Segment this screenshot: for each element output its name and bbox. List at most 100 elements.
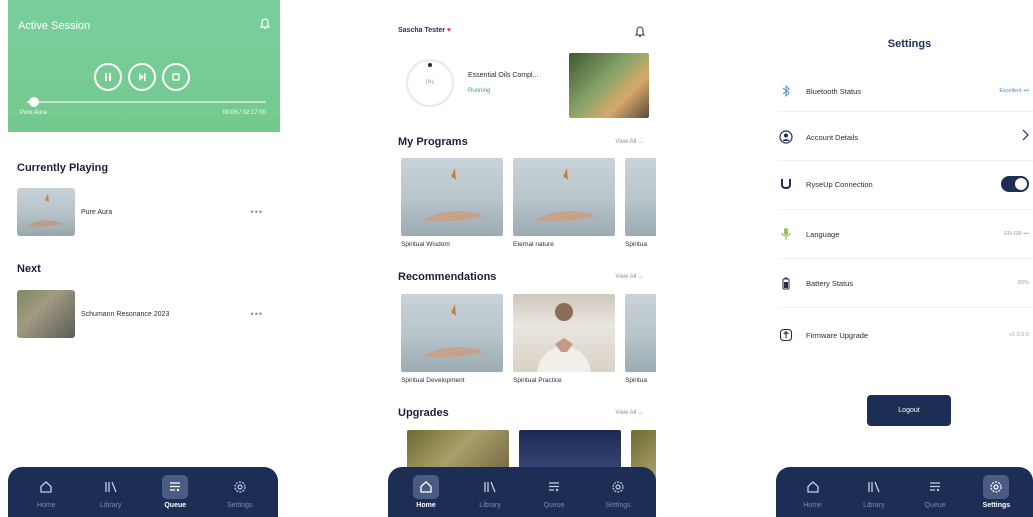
ryseup-connection-toggle[interactable] <box>1001 176 1029 192</box>
nav-queue[interactable]: Queue <box>526 475 582 509</box>
setting-label: Account Details <box>806 132 859 142</box>
recommendation-card[interactable]: Spiritual Development <box>401 294 503 384</box>
nav-home[interactable]: Home <box>18 475 74 509</box>
active-session-title: Active Session <box>18 20 91 32</box>
firmware-upgrade-icon <box>778 327 794 343</box>
program-label: Eternal nature <box>513 241 554 248</box>
battery-icon <box>778 275 794 291</box>
next-title: Next <box>17 263 41 275</box>
battery-value: 83% <box>1017 280 1029 286</box>
setting-account-details[interactable]: Account Details <box>778 124 1033 150</box>
program-image <box>401 158 503 236</box>
nav-home[interactable]: Home <box>398 475 454 509</box>
nav-settings-label: Settings <box>227 502 253 509</box>
queue-icon <box>162 475 189 499</box>
session-name: Essential Oils Compl... <box>468 72 539 79</box>
player-track-name: Pure Aura <box>20 110 47 116</box>
setting-label: Firmware Upgrade <box>806 330 869 340</box>
page-title: Settings <box>887 38 932 50</box>
upgrades-view-all[interactable]: View All → <box>615 410 644 416</box>
home-screen: Sascha Tester ♥ 0% Essential Oils Compl.… <box>388 0 656 517</box>
bluetooth-icon <box>778 83 794 99</box>
nav-settings[interactable]: Settings <box>212 475 268 509</box>
nav-home[interactable]: Home <box>785 475 841 509</box>
upgrades-header: Upgrades View All → <box>398 407 644 419</box>
recommendation-card[interactable]: Spiritual Practice <box>513 294 615 384</box>
divider <box>778 258 1033 259</box>
queue-icon <box>541 475 567 499</box>
more-options-icon[interactable]: ••• <box>251 207 269 217</box>
program-card[interactable]: Spiritua <box>625 158 656 248</box>
currently-playing-title: Currently Playing <box>17 162 109 174</box>
queue-screen: Active Session Pure Aura 00:06 / 02:17:0… <box>0 0 280 517</box>
recommendations-view-all[interactable]: View All → <box>615 274 644 280</box>
bottom-nav: Home Library Queue Settings <box>8 467 278 517</box>
recommendations-title: Recommendations <box>398 271 497 283</box>
playback-progress-bar[interactable] <box>27 97 266 107</box>
setting-label: Language <box>806 229 840 239</box>
program-image <box>625 158 656 236</box>
gear-icon <box>227 475 253 499</box>
recommendations-header: Recommendations View All → <box>398 271 644 283</box>
recommendation-image <box>401 294 503 372</box>
more-options-icon[interactable]: ••• <box>251 309 269 319</box>
library-icon <box>98 475 124 499</box>
user-name: Sascha Tester <box>398 27 445 34</box>
bottom-nav: Home Library Queue Settings <box>776 467 1033 517</box>
playback-progress-handle[interactable] <box>29 97 40 107</box>
language-value: EN-GB ••• <box>1004 231 1029 237</box>
nav-library[interactable]: Library <box>846 475 902 509</box>
currently-playing-item[interactable]: Pure Aura ••• <box>17 188 269 236</box>
nav-queue-label: Queue <box>543 502 565 509</box>
toggle-knob <box>1015 178 1027 190</box>
skip-next-button[interactable] <box>128 63 156 91</box>
running-session-card[interactable]: 0% Essential Oils Compl... Running <box>396 50 656 122</box>
nav-library-label: Library <box>863 502 885 509</box>
setting-language[interactable]: Language EN-GB ••• <box>778 221 1033 247</box>
session-progress-dot <box>428 63 432 67</box>
setting-label: Bluetooth Status <box>806 86 862 96</box>
nav-library[interactable]: Library <box>462 475 518 509</box>
gear-icon <box>605 475 631 499</box>
session-progress-ring: 0% <box>406 59 454 107</box>
setting-bluetooth[interactable]: Bluetooth Status Excellent ••• <box>778 78 1033 104</box>
program-card[interactable]: Spiritual Wisdom <box>401 158 503 248</box>
program-image <box>513 158 615 236</box>
heart-icon: ♥ <box>446 27 452 34</box>
nav-queue-label: Queue <box>924 502 946 509</box>
bell-icon[interactable] <box>635 25 645 43</box>
pause-button[interactable] <box>94 63 122 91</box>
nav-library[interactable]: Library <box>83 475 139 509</box>
program-card[interactable]: Eternal nature <box>513 158 615 248</box>
track-thumbnail <box>17 290 75 338</box>
program-label: Spiritua <box>625 241 648 248</box>
next-item[interactable]: Schumann Resonance 2023 ••• <box>17 290 269 338</box>
home-icon <box>800 475 826 499</box>
recommendation-image <box>625 294 656 372</box>
nav-settings[interactable]: Settings <box>968 475 1024 509</box>
settings-screen: Settings Bluetooth Status Excellent ••• … <box>766 0 1033 517</box>
microphone-icon <box>778 226 794 242</box>
my-programs-view-all[interactable]: View All → <box>615 139 644 145</box>
recommendation-label: Spiritual Practice <box>513 377 562 384</box>
recommendation-image <box>513 294 615 372</box>
stop-icon <box>172 73 180 81</box>
setting-firmware-upgrade[interactable]: Firmware Upgrade v1.0.0.0 <box>778 322 1033 348</box>
logout-button[interactable]: Logout <box>867 395 951 426</box>
setting-ryseup-connection[interactable]: RyseUp Connection <box>778 171 1033 197</box>
stop-button[interactable] <box>162 63 190 91</box>
playback-controls <box>94 63 190 91</box>
user-icon <box>778 129 794 145</box>
nav-settings[interactable]: Settings <box>590 475 646 509</box>
nav-queue[interactable]: Queue <box>907 475 963 509</box>
setting-battery-status[interactable]: Battery Status 83% <box>778 270 1033 296</box>
nav-settings-label: Settings <box>605 502 631 509</box>
active-session-panel: Active Session Pure Aura 00:06 / 02:17:0… <box>8 0 280 132</box>
nav-queue-label: Queue <box>164 502 187 509</box>
home-icon <box>33 475 59 499</box>
nav-library-label: Library <box>479 502 501 509</box>
nav-queue[interactable]: Queue <box>147 475 203 509</box>
firmware-version-value: v1.0.0.0 <box>1009 332 1029 338</box>
bell-icon[interactable] <box>259 17 271 35</box>
recommendation-card[interactable]: Spiritua <box>625 294 656 384</box>
